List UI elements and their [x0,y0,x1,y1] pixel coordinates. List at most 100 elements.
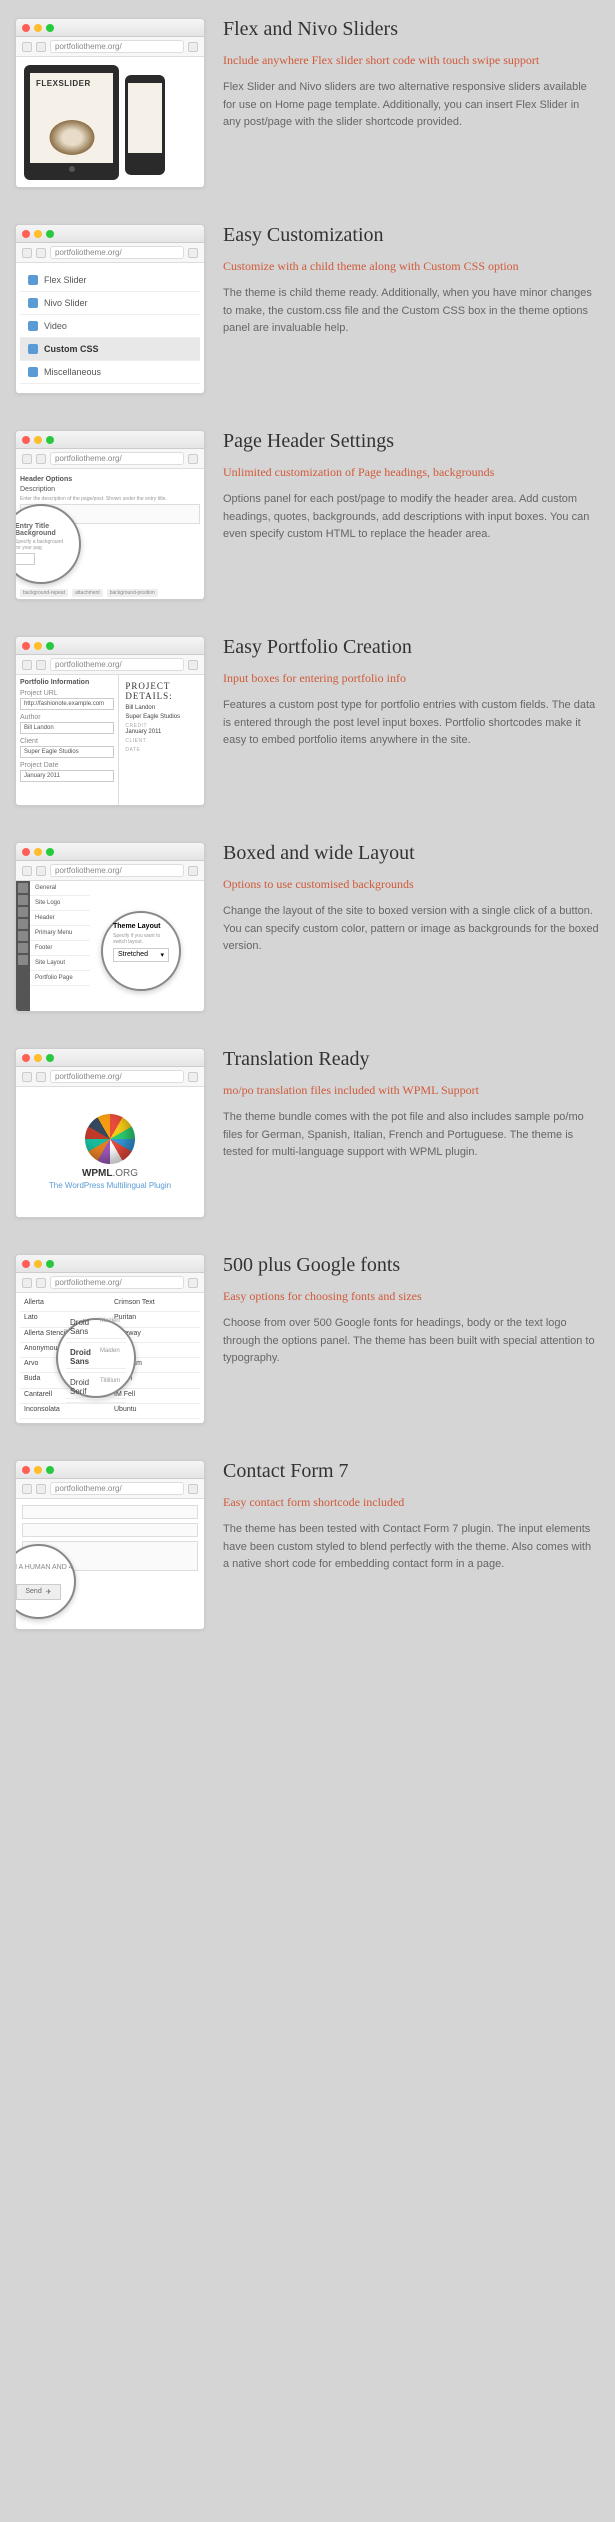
admin-item: Nivo Slider [20,292,200,315]
admin-rail [16,881,30,1011]
feature-row: portfoliotheme.org/ AllertaCrimson TextL… [0,1236,615,1442]
forward-icon [36,866,46,876]
url-bar: portfoliotheme.org/ [16,243,204,263]
item-icon [28,321,38,331]
form-input [22,1523,198,1537]
browser-chrome [16,637,204,655]
feature-row: portfoliotheme.org/ I AM A HUMAN AND 4 +… [0,1442,615,1648]
url-field: portfoliotheme.org/ [50,1276,184,1289]
preview-window: portfoliotheme.org/ Header Options Descr… [15,430,205,600]
reload-icon [188,248,198,258]
maximize-dot [46,1260,54,1268]
forward-icon [36,454,46,464]
minimize-dot [34,848,42,856]
maximize-dot [46,436,54,444]
url-bar: portfoliotheme.org/ [16,449,204,469]
back-icon [22,248,32,258]
send-icon: ✈ [46,1588,52,1596]
url-bar: portfoliotheme.org/ [16,861,204,881]
magnify-lens: Theme Layout Specify if you want to swit… [101,911,181,991]
admin-item: Flex Slider [20,269,200,292]
forward-icon [36,1484,46,1494]
feature-row: portfoliotheme.org/ GeneralSite LogoHead… [0,824,615,1030]
feature-description: Change the layout of the site to boxed v… [223,903,600,956]
wpml-logo: WPML.ORG [82,1168,138,1179]
feature-row: portfoliotheme.org/ Header Options Descr… [0,412,615,618]
url-bar: portfoliotheme.org/ [16,1067,204,1087]
feature-row: portfoliotheme.org/ WPML.ORG The WordPre… [0,1030,615,1236]
url-field: portfoliotheme.org/ [50,40,184,53]
back-icon [22,1484,32,1494]
minimize-dot [34,1260,42,1268]
feature-subtitle: Customize with a child theme along with … [223,257,600,275]
forward-icon [36,248,46,258]
browser-chrome [16,1049,204,1067]
maximize-dot [46,1054,54,1062]
minimize-dot [34,1466,42,1474]
reload-icon [188,42,198,52]
minimize-dot [34,24,42,32]
preview-body: Flex SliderNivo SliderVideoCustom CSSMis… [16,263,204,393]
back-icon [22,660,32,670]
feature-content: Translation Ready mo/po translation file… [223,1048,600,1218]
url-field: portfoliotheme.org/ [50,658,184,671]
preview-window: portfoliotheme.org/ AllertaCrimson TextL… [15,1254,205,1424]
feature-content: Page Header Settings Unlimited customiza… [223,430,600,600]
maximize-dot [46,848,54,856]
url-field: portfoliotheme.org/ [50,864,184,877]
preview-window: portfoliotheme.org/ WPML.ORG The WordPre… [15,1048,205,1218]
feature-content: Flex and Nivo Sliders Include anywhere F… [223,18,600,188]
reload-icon [188,1484,198,1494]
close-dot [22,1466,30,1474]
feature-content: Easy Customization Customize with a chil… [223,224,600,394]
url-field: portfoliotheme.org/ [50,1482,184,1495]
feature-title: Contact Form 7 [223,1460,600,1483]
feature-subtitle: Easy contact form shortcode included [223,1493,600,1511]
form-input [22,1505,198,1519]
item-icon [28,298,38,308]
feature-description: Flex Slider and Nivo sliders are two alt… [223,79,600,132]
preview-window: portfoliotheme.org/ Portfolio Informatio… [15,636,205,806]
feature-title: Translation Ready [223,1048,600,1071]
forward-icon [36,1072,46,1082]
magnify-lens: Droid SansMaidenDroid SansMaidenDroid Se… [56,1318,136,1398]
feature-title: 500 plus Google fonts [223,1254,600,1277]
back-icon [22,454,32,464]
chevron-down-icon: ▾ [160,951,164,959]
tablet-mock [24,65,119,180]
reload-icon [188,660,198,670]
preview-window: portfoliotheme.org/ I AM A HUMAN AND 4 +… [15,1460,205,1630]
browser-chrome [16,843,204,861]
preview-body: AllertaCrimson TextLatoPuritanAllerta St… [16,1293,204,1423]
feature-description: The theme is child theme ready. Addition… [223,285,600,338]
feature-description: The theme bundle comes with the pot file… [223,1109,600,1162]
feature-content: Easy Portfolio Creation Input boxes for … [223,636,600,806]
preview-window: portfoliotheme.org/ GeneralSite LogoHead… [15,842,205,1012]
feature-title: Easy Customization [223,224,600,247]
close-dot [22,1260,30,1268]
back-icon [22,866,32,876]
maximize-dot [46,642,54,650]
feature-title: Easy Portfolio Creation [223,636,600,659]
maximize-dot [46,230,54,238]
maximize-dot [46,24,54,32]
feature-row: portfoliotheme.org/ Flex SliderNivo Slid… [0,206,615,412]
back-icon [22,1072,32,1082]
reload-icon [188,454,198,464]
item-icon [28,344,38,354]
admin-item: Video [20,315,200,338]
url-bar: portfoliotheme.org/ [16,1479,204,1499]
close-dot [22,436,30,444]
feature-subtitle: Unlimited customization of Page headings… [223,463,600,481]
phone-mock [125,75,165,175]
minimize-dot [34,230,42,238]
url-field: portfoliotheme.org/ [50,452,184,465]
feature-description: The theme has been tested with Contact F… [223,1521,600,1574]
send-button: Send✈ [16,1584,60,1600]
preview-body: I AM A HUMAN AND 4 + Send✈ [16,1499,204,1629]
admin-item: Custom CSS [20,338,200,361]
feature-subtitle: Options to use customised backgrounds [223,875,600,893]
minimize-dot [34,642,42,650]
url-bar: portfoliotheme.org/ [16,1273,204,1293]
close-dot [22,230,30,238]
